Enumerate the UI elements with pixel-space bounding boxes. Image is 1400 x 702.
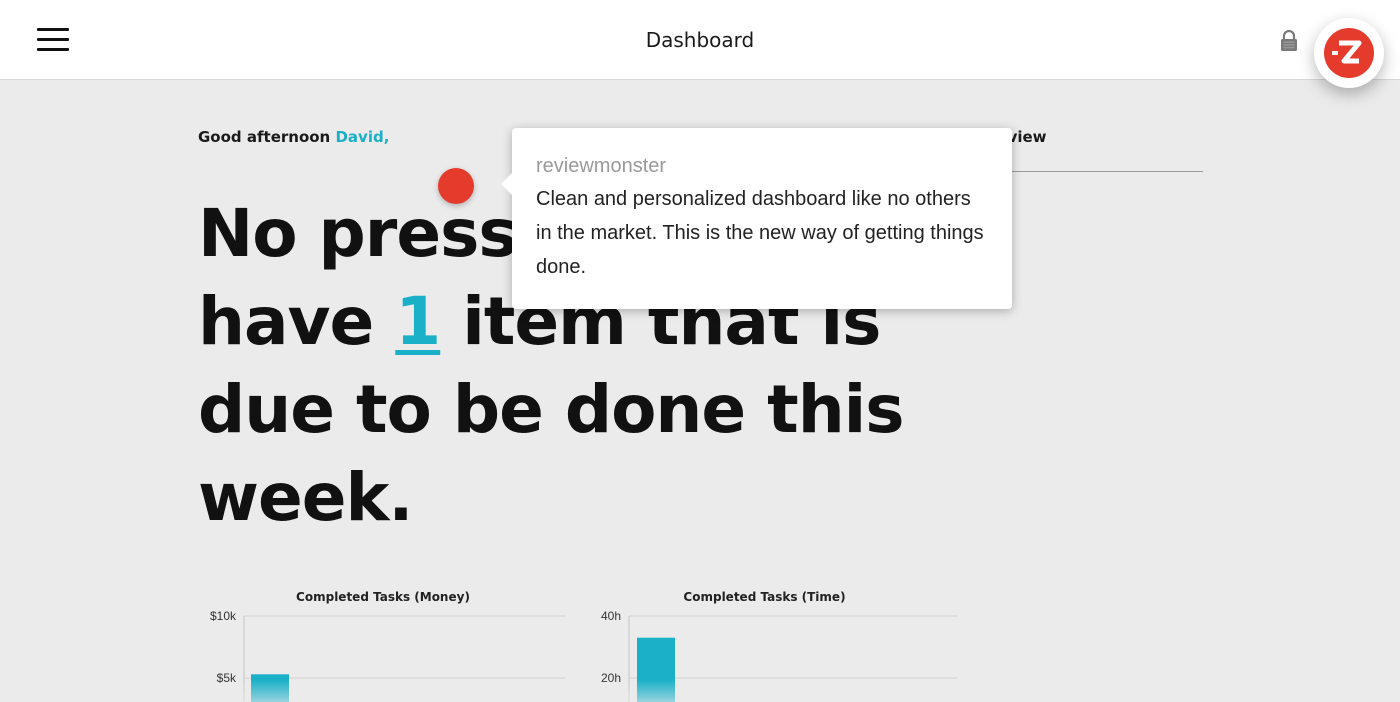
due-item-count[interactable]: 1: [395, 283, 441, 360]
y-tick-label: 40h: [601, 609, 621, 623]
app-launcher-button[interactable]: [1314, 18, 1384, 88]
overview-divider: [1008, 171, 1203, 172]
greeting-prefix: Good afternoon: [198, 128, 336, 146]
headline-text: have: [198, 283, 396, 360]
z-logo-icon: [1324, 28, 1374, 78]
greeting: Good afternoon David,: [198, 128, 389, 146]
tooltip-arrow: [501, 172, 513, 196]
headline-line: due to be done this: [198, 371, 905, 448]
lock-icon[interactable]: [1279, 30, 1299, 52]
page-title: Dashboard: [645, 28, 755, 52]
review-hotspot-marker[interactable]: [438, 168, 474, 204]
user-name: David,: [335, 128, 390, 146]
review-text: Clean and personalized dashboard like no…: [536, 188, 984, 278]
top-bar: Dashboard: [0, 0, 1400, 80]
y-tick-label: $10k: [210, 609, 237, 623]
bottom-fade: [0, 680, 1400, 702]
headline-line: week.: [198, 459, 413, 536]
review-author: reviewmonster: [536, 155, 667, 177]
review-tooltip: reviewmonster Clean and personalized das…: [501, 128, 1012, 309]
